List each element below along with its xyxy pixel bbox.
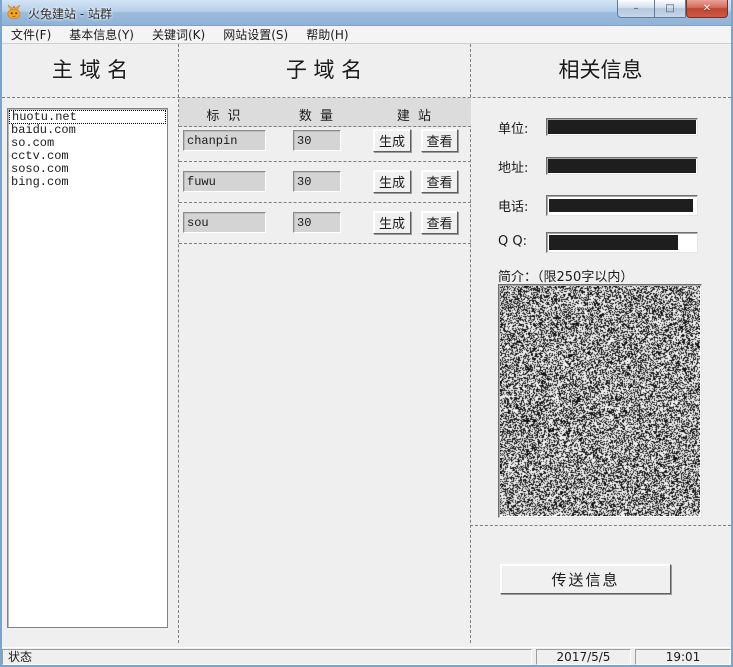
menu-item-site-settings[interactable]: 网站设置(S): [214, 25, 297, 44]
view-button[interactable]: 查看: [421, 170, 458, 193]
tag-input[interactable]: [183, 130, 266, 151]
redaction-bar: [548, 120, 696, 134]
menu-item-keywords[interactable]: 关键词(K): [143, 25, 214, 44]
domain-list-item[interactable]: bing.com: [9, 176, 166, 189]
redaction-bar: [549, 235, 678, 250]
redaction-bar: [549, 199, 693, 212]
intro-textarea[interactable]: [498, 284, 702, 518]
address-label: 地址:: [498, 157, 528, 176]
column-header-tag: 标 识: [183, 105, 266, 124]
count-input[interactable]: [293, 212, 341, 233]
unit-field[interactable]: [546, 118, 698, 136]
count-input[interactable]: [293, 130, 341, 151]
main-domain-title: 主 域 名: [2, 54, 178, 84]
status-date: 2017/5/5: [536, 649, 631, 665]
view-button[interactable]: 查看: [421, 211, 458, 234]
generate-button[interactable]: 生成: [373, 211, 411, 234]
row-separator: [179, 161, 471, 162]
view-button[interactable]: 查看: [421, 129, 458, 152]
row-separator: [179, 243, 471, 244]
column-separator-right: [470, 44, 471, 643]
sub-domain-header-bar: 标 识 数 量 建 站: [179, 98, 471, 127]
status-text: 状态: [2, 649, 532, 665]
phone-label: 电话:: [498, 196, 528, 215]
close-button[interactable]: ✕: [686, 0, 728, 18]
tag-input[interactable]: [183, 171, 266, 192]
phone-field[interactable]: [546, 195, 698, 216]
unit-label: 单位:: [498, 118, 528, 137]
count-input[interactable]: [293, 171, 341, 192]
column-header-count: 数 量: [283, 105, 351, 124]
info-footer-separator: [470, 525, 731, 526]
menu-item-basic-info[interactable]: 基本信息(Y): [60, 25, 143, 44]
minimize-button[interactable]: –: [617, 0, 654, 18]
intro-noise-canvas: [500, 286, 700, 516]
generate-button[interactable]: 生成: [373, 129, 411, 152]
status-time: 19:01: [635, 649, 731, 665]
window-controls: – □ ✕: [617, 0, 728, 18]
tag-input[interactable]: [183, 212, 266, 233]
maximize-button[interactable]: □: [654, 0, 686, 18]
redaction-bar: [548, 159, 696, 173]
sub-domain-title: 子 域 名: [178, 54, 470, 84]
maximize-icon: □: [665, 4, 674, 14]
column-separator-left: [178, 44, 179, 643]
qq-label: Q Q:: [498, 234, 527, 249]
menu-bar: 文件(F) 基本信息(Y) 关键词(K) 网站设置(S) 帮助(H): [2, 26, 731, 44]
menu-item-file[interactable]: 文件(F): [2, 25, 60, 44]
main-area: 主 域 名 子 域 名 相关信息 huotu.net baidu.com so.…: [2, 44, 731, 647]
app-logo-icon: [6, 4, 22, 20]
title-bar[interactable]: 火兔建站 - 站群 – □ ✕: [0, 0, 733, 26]
related-info-title: 相关信息: [470, 54, 731, 84]
address-field[interactable]: [546, 157, 698, 175]
status-bar: 状态 2017/5/5 19:01: [2, 647, 731, 665]
send-info-button[interactable]: 传送信息: [500, 564, 671, 594]
domain-listbox[interactable]: huotu.net baidu.com so.com cctv.com soso…: [7, 108, 168, 628]
row-separator: [179, 202, 471, 203]
column-header-build: 建 站: [373, 105, 457, 124]
domain-list-item[interactable]: huotu.net: [9, 110, 166, 124]
intro-label: 简介：（限250字以内）: [498, 266, 633, 285]
menu-item-help[interactable]: 帮助(H): [297, 25, 357, 44]
app-window: 火兔建站 - 站群 – □ ✕ 文件(F) 基本信息(Y) 关键词(K) 网站设…: [0, 0, 733, 667]
close-icon: ✕: [703, 4, 711, 14]
window-title: 火兔建站 - 站群: [28, 5, 112, 22]
minimize-icon: –: [634, 4, 639, 14]
generate-button[interactable]: 生成: [373, 170, 411, 193]
qq-field[interactable]: [546, 232, 698, 253]
